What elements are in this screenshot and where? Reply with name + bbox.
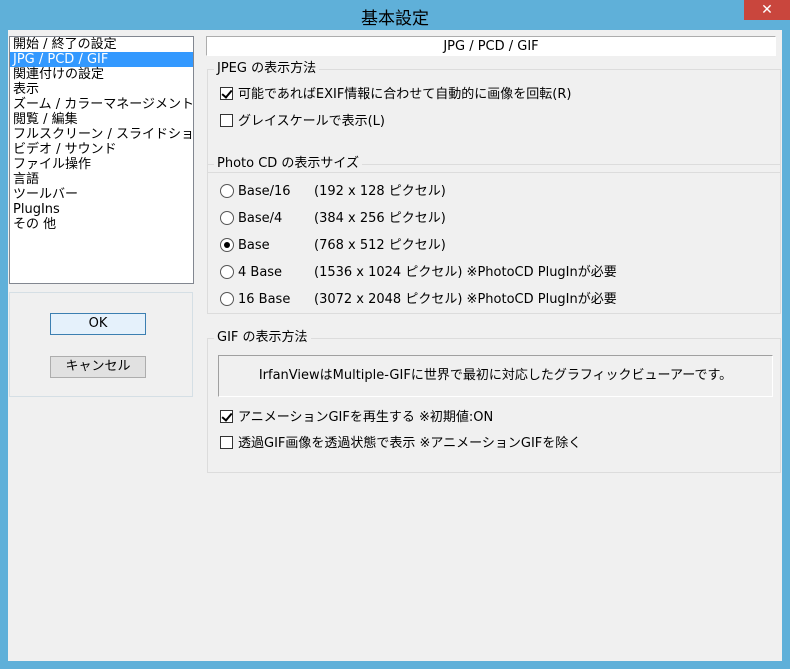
category-item[interactable]: JPG / PCD / GIF xyxy=(10,52,193,67)
photocd-option[interactable]: 16 Base (3072 x 2048 ピクセル) ※PhotoCD Plug… xyxy=(220,291,617,309)
category-item[interactable]: ツールバー xyxy=(10,187,193,202)
photocd-option-label: 4 Base xyxy=(238,265,283,280)
photocd-option-label: Base xyxy=(238,238,270,253)
grayscale-checkbox[interactable] xyxy=(220,114,233,127)
gif-info-box: IrfanViewはMultiple-GIFに世界で最初に対応したグラフィックビ… xyxy=(218,355,773,397)
photocd-option[interactable]: Base (768 x 512 ピクセル) xyxy=(220,237,446,255)
photocd-radio[interactable] xyxy=(220,211,234,225)
photocd-option[interactable]: Base/4 (384 x 256 ピクセル) xyxy=(220,210,446,228)
gif-group-title: GIF の表示方法 xyxy=(214,330,311,346)
category-item[interactable]: 言語 xyxy=(10,172,193,187)
animate-gif-label: アニメーションGIFを再生する ※初期値:ON xyxy=(238,410,494,425)
close-icon: ✕ xyxy=(761,2,773,18)
photocd-option[interactable]: Base/16 (192 x 128 ピクセル) xyxy=(220,183,446,201)
photocd-option-size: (192 x 128 ピクセル) xyxy=(314,184,446,199)
photocd-option-note: ※PhotoCD PlugInが必要 xyxy=(466,292,617,307)
photocd-option-size-text: (1536 x 1024 ピクセル) xyxy=(314,265,463,280)
photocd-option-label: 16 Base xyxy=(238,292,291,307)
gif-group: GIF の表示方法 IrfanViewはMultiple-GIFに世界で最初に対… xyxy=(207,330,781,473)
category-item[interactable]: その 他 xyxy=(10,217,193,232)
category-item[interactable]: ビデオ / サウンド xyxy=(10,142,193,157)
category-list[interactable]: 開始 / 終了の設定 JPG / PCD / GIF 関連付けの設定 表示 ズー… xyxy=(9,36,194,284)
cancel-button[interactable]: キャンセル xyxy=(50,356,146,378)
photocd-option-size: (768 x 512 ピクセル) xyxy=(314,238,446,253)
category-item[interactable]: ズーム / カラーマネージメント xyxy=(10,97,193,112)
close-button[interactable]: ✕ xyxy=(744,0,790,20)
dialog-client: 開始 / 終了の設定 JPG / PCD / GIF 関連付けの設定 表示 ズー… xyxy=(8,30,782,661)
jpeg-group-title: JPEG の表示方法 xyxy=(214,61,320,77)
photocd-radio[interactable] xyxy=(220,292,234,306)
page-header: JPG / PCD / GIF xyxy=(206,36,776,56)
photocd-option[interactable]: 4 Base (1536 x 1024 ピクセル) ※PhotoCD PlugI… xyxy=(220,264,617,282)
photocd-option-label: Base/4 xyxy=(238,211,283,226)
category-item[interactable]: 開始 / 終了の設定 xyxy=(10,37,193,52)
category-item[interactable]: フルスクリーン / スライドショー xyxy=(10,127,193,142)
photocd-option-size-text: (3072 x 2048 ピクセル) xyxy=(314,292,463,307)
title-bar[interactable]: 基本設定 ✕ xyxy=(0,0,790,30)
button-panel: OK キャンセル xyxy=(9,292,193,397)
photocd-option-size: (384 x 256 ピクセル) xyxy=(314,211,446,226)
ok-button[interactable]: OK xyxy=(50,313,146,335)
category-item[interactable]: 閲覧 / 編集 xyxy=(10,112,193,127)
category-item[interactable]: ファイル操作 xyxy=(10,157,193,172)
photocd-group-title: Photo CD の表示サイズ xyxy=(214,156,363,172)
grayscale-option[interactable]: グレイスケールで表示(L) xyxy=(220,113,385,131)
animate-gif-option[interactable]: アニメーションGIFを再生する ※初期値:ON xyxy=(220,409,493,427)
auto-rotate-label: 可能であればEXIF情報に合わせて自動的に画像を回転(R) xyxy=(238,87,572,102)
photocd-option-size: (1536 x 1024 ピクセル) ※PhotoCD PlugInが必要 xyxy=(314,264,617,282)
auto-rotate-option[interactable]: 可能であればEXIF情報に合わせて自動的に画像を回転(R) xyxy=(220,86,571,104)
grayscale-label: グレイスケールで表示(L) xyxy=(238,114,385,129)
transparent-gif-label: 透過GIF画像を透過状態で表示 ※アニメーションGIFを除く xyxy=(238,436,582,451)
settings-dialog: 基本設定 ✕ 開始 / 終了の設定 JPG / PCD / GIF 関連付けの設… xyxy=(0,0,790,669)
category-item[interactable]: PlugIns xyxy=(10,202,193,217)
category-item[interactable]: 表示 xyxy=(10,82,193,97)
photocd-option-note: ※PhotoCD PlugInが必要 xyxy=(466,265,617,280)
auto-rotate-checkbox[interactable] xyxy=(220,87,233,100)
animate-gif-checkbox[interactable] xyxy=(220,410,233,423)
photocd-radio[interactable] xyxy=(220,184,234,198)
photocd-group: Photo CD の表示サイズ Base/16 (192 x 128 ピクセル)… xyxy=(207,156,781,314)
photocd-radio[interactable] xyxy=(220,238,234,252)
category-item[interactable]: 関連付けの設定 xyxy=(10,67,193,82)
photocd-radio[interactable] xyxy=(220,265,234,279)
photocd-option-label: Base/16 xyxy=(238,184,291,199)
transparent-gif-checkbox[interactable] xyxy=(220,436,233,449)
transparent-gif-option[interactable]: 透過GIF画像を透過状態で表示 ※アニメーションGIFを除く xyxy=(220,435,581,453)
window-title: 基本設定 xyxy=(361,9,429,29)
photocd-option-size: (3072 x 2048 ピクセル) ※PhotoCD PlugInが必要 xyxy=(314,291,617,309)
